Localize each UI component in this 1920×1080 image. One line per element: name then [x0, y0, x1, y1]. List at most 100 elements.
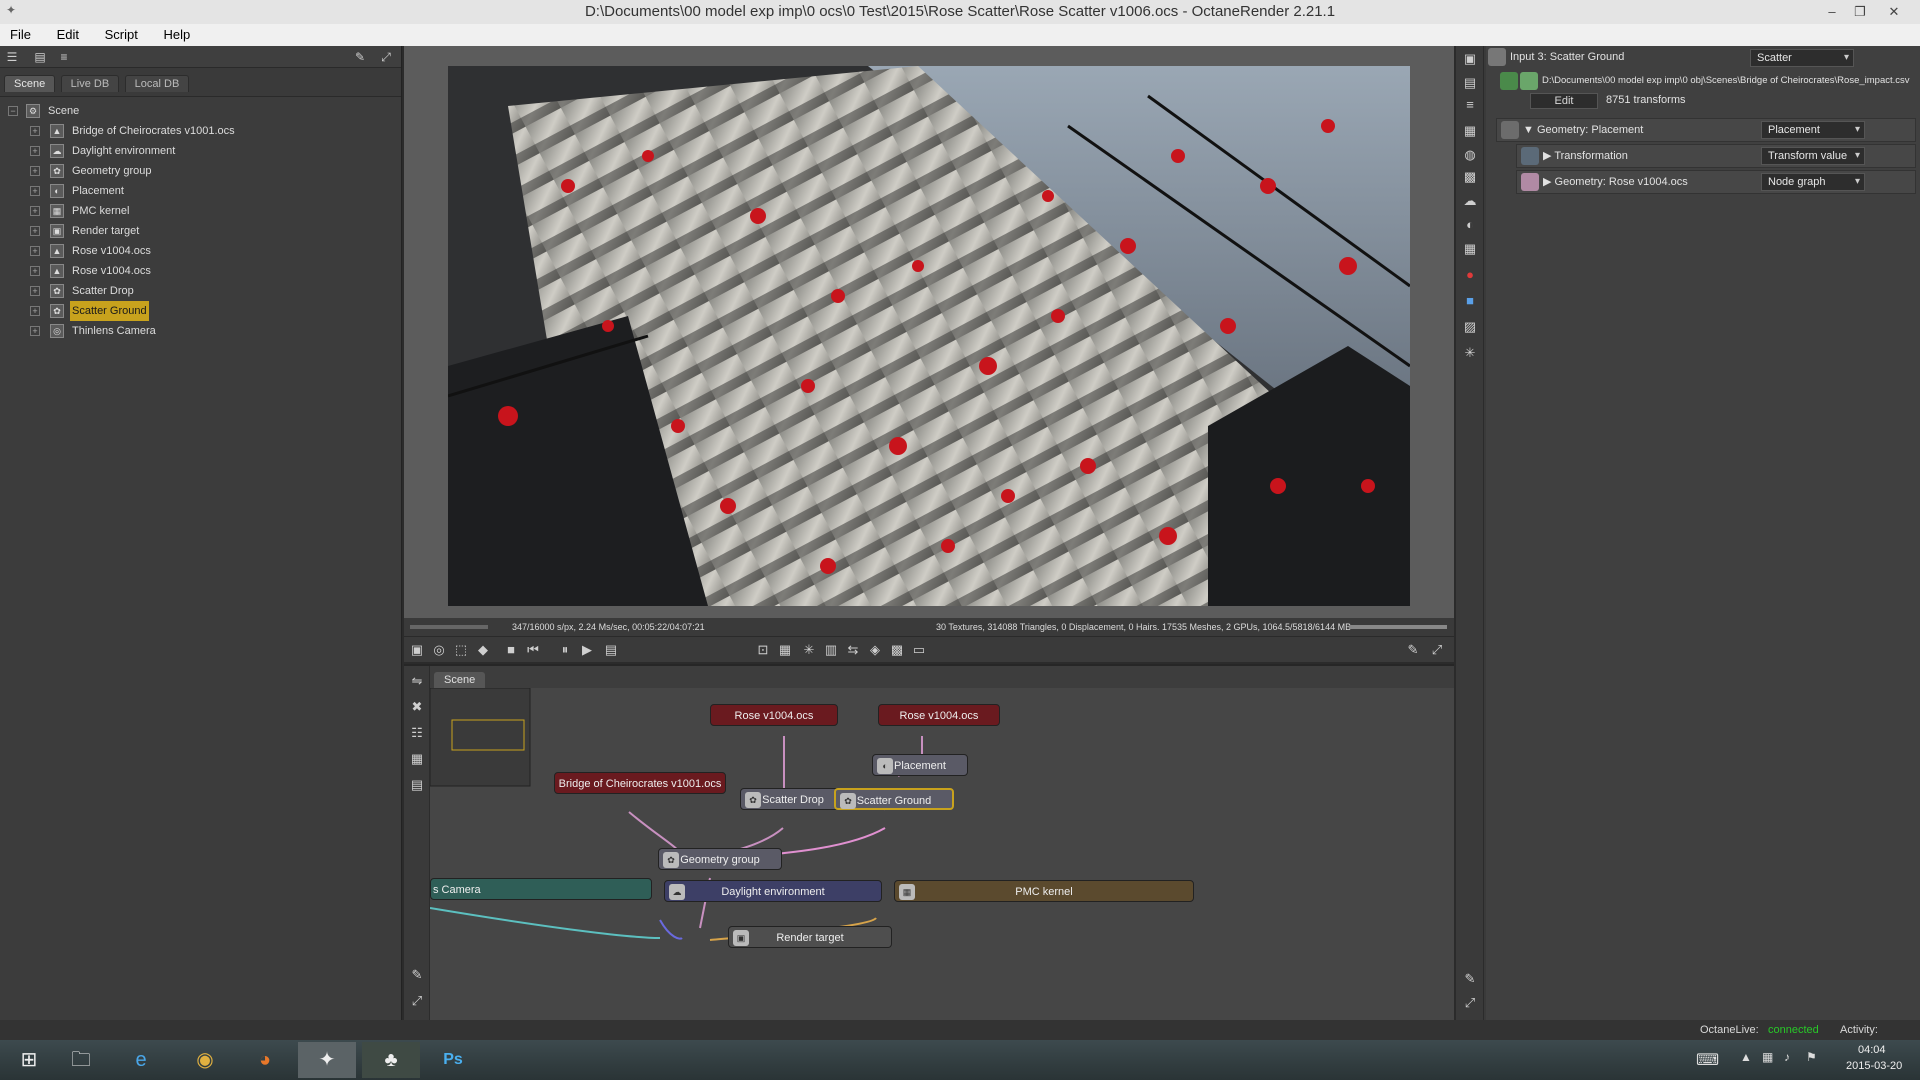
tree-item[interactable]: + ✿ Scatter Ground [0, 301, 400, 321]
node-placement[interactable]: ◐ Placement [872, 754, 968, 776]
chrome-icon[interactable]: ◉ [176, 1042, 234, 1078]
tab-local-db[interactable]: Local DB [124, 75, 190, 92]
tab-live-db[interactable]: Live DB [60, 75, 120, 92]
tree-item[interactable]: + ◐ Placement [0, 181, 400, 201]
internet-explorer-icon[interactable]: e [112, 1042, 170, 1078]
node-render-target[interactable]: ▣ Render target [728, 926, 892, 948]
maximize-button[interactable]: ❐ [1846, 0, 1874, 24]
close-button[interactable]: ✕ [1880, 0, 1908, 24]
explorer-icon[interactable]: 🗀 [52, 1042, 110, 1078]
inspector-type-dropdown[interactable]: Scatter [1750, 49, 1854, 67]
expand-icon[interactable]: + [30, 306, 40, 316]
node-rose-1[interactable]: Rose v1004.ocs [710, 704, 838, 726]
cube-icon[interactable]: ■ [1461, 292, 1479, 310]
list-icon[interactable]: ≡ [1461, 96, 1479, 114]
expand-icon[interactable]: + [30, 166, 40, 176]
display-icon[interactable]: ▦ [776, 641, 794, 659]
fullscreen-icon[interactable]: ⤢ [1428, 641, 1446, 659]
expand-icon[interactable]: + [30, 186, 40, 196]
geometry-rose-dropdown[interactable]: Node graph [1761, 173, 1865, 191]
network-icon[interactable]: ◈ [866, 641, 884, 659]
tree-item[interactable]: + ▲ Rose v1004.ocs [0, 241, 400, 261]
wrench-icon[interactable]: ✎ [1404, 641, 1422, 659]
fullscreen-icon[interactable]: ⤢ [408, 992, 426, 1010]
expand-icon[interactable]: + [30, 286, 40, 296]
graph-frame-icon[interactable]: ▤ [408, 776, 426, 794]
edit-button[interactable]: Edit [1530, 93, 1598, 109]
wrench-icon[interactable]: ✎ [408, 966, 426, 984]
restart-icon[interactable]: ⏮ [524, 641, 542, 659]
transformation-row[interactable]: ▶ Transformation Transform value [1516, 144, 1916, 168]
fullscreen-icon[interactable]: ⤢ [1461, 994, 1479, 1012]
region-icon[interactable]: ⬚ [452, 641, 470, 659]
graph-grid-icon[interactable]: ▦ [408, 750, 426, 768]
pause-icon[interactable]: ⏸ [556, 641, 574, 659]
image-icon[interactable]: ▦ [1461, 122, 1479, 140]
geometry-dropdown[interactable]: Placement [1761, 121, 1865, 139]
start-button[interactable]: ⊞ [0, 1042, 58, 1078]
tree-root[interactable]: − ⚙ Scene [0, 101, 400, 121]
play-icon[interactable]: ▶ [578, 641, 596, 659]
transformation-dropdown[interactable]: Transform value [1761, 147, 1865, 165]
network-tray-icon[interactable]: ▦ [1762, 1050, 1773, 1064]
photoshop-icon[interactable]: Ps [424, 1042, 482, 1078]
expand-icon[interactable]: + [30, 246, 40, 256]
tree-item[interactable]: + ▦ PMC kernel [0, 201, 400, 221]
clock-time[interactable]: 04:04 [1858, 1044, 1886, 1056]
render-image[interactable] [448, 66, 1410, 606]
outliner-list-icon[interactable]: ☰ [4, 49, 20, 65]
render-viewport[interactable] [404, 46, 1454, 618]
expand-icon[interactable]: + [30, 326, 40, 336]
graph-tab-scene[interactable]: Scene [434, 672, 486, 688]
expand-icon[interactable]: + [30, 226, 40, 236]
inspector-icon[interactable]: ▣ [1461, 50, 1479, 68]
minimize-button[interactable]: – [1818, 0, 1846, 24]
wrench-icon[interactable]: ✎ [352, 49, 368, 65]
app-taskbar-icon[interactable]: ♣ [362, 1042, 420, 1078]
camera-view-icon[interactable]: ▣ [408, 641, 426, 659]
expand-icon[interactable]: + [30, 146, 40, 156]
expand-icon[interactable]: + [30, 126, 40, 136]
octane-taskbar-icon[interactable]: ✦ [298, 1042, 356, 1078]
red-material-icon[interactable]: ● [1461, 266, 1479, 284]
volume-icon[interactable]: ♪ [1784, 1050, 1790, 1064]
kernel-icon[interactable]: ▦ [1461, 240, 1479, 258]
stop-icon[interactable]: ■ [502, 641, 520, 659]
graph-delete-icon[interactable]: ✖ [408, 698, 426, 716]
viewport-options-icon[interactable]: ▤ [602, 641, 620, 659]
geometry-placement-row[interactable]: ▼ Geometry: Placement Placement [1496, 118, 1916, 142]
tree-item[interactable]: + ▲ Rose v1004.ocs [0, 261, 400, 281]
menu-help[interactable]: Help [153, 24, 202, 42]
node-rose-2[interactable]: Rose v1004.ocs [878, 704, 1000, 726]
wrench-icon[interactable]: ✎ [1461, 970, 1479, 988]
outliner-layers-icon[interactable]: ▤ [32, 49, 48, 65]
graph-canvas[interactable]: Rose v1004.ocs Rose v1004.ocs ◐ Placement… [430, 688, 1454, 1020]
menu-file[interactable]: File [0, 24, 43, 42]
node-scatter-ground[interactable]: ✿ Scatter Ground [834, 788, 954, 810]
node-geometry-group[interactable]: ✿ Geometry group [658, 848, 782, 870]
node-scatter-drop[interactable]: ✿ Scatter Drop [740, 788, 846, 810]
tree-item[interactable]: + ▲ Bridge of Cheirocrates v1001.ocs [0, 121, 400, 141]
collapse-icon[interactable]: − [8, 106, 18, 116]
fullscreen-icon[interactable]: ⤢ [378, 49, 394, 65]
tree-item[interactable]: + ☁ Daylight environment [0, 141, 400, 161]
flag-icon[interactable]: ⚑ [1806, 1050, 1817, 1064]
firefox-icon[interactable]: ◕ [236, 1042, 294, 1078]
expand-icon[interactable]: + [30, 206, 40, 216]
color-pick-icon[interactable]: ◆ [474, 641, 492, 659]
save-render-icon[interactable]: ▥ [822, 641, 840, 659]
gallery-icon[interactable]: ▩ [888, 641, 906, 659]
tree-item[interactable]: + ✿ Scatter Drop [0, 281, 400, 301]
pick-focus-icon[interactable]: ◎ [430, 641, 448, 659]
tree-item[interactable]: + ✿ Geometry group [0, 161, 400, 181]
environment-icon[interactable]: ☁ [1461, 192, 1479, 210]
layers-icon[interactable]: ▤ [1461, 74, 1479, 92]
expand-icon[interactable]: + [30, 266, 40, 276]
material-icon[interactable]: ◍ [1461, 146, 1479, 164]
trash-icon[interactable]: ▭ [910, 641, 928, 659]
picture-icon[interactable]: ▨ [1461, 318, 1479, 336]
tray-expand-icon[interactable]: ▲ [1740, 1050, 1752, 1064]
placement-icon[interactable]: ◐ [1461, 216, 1479, 234]
geometry-rose-row[interactable]: ▶ Geometry: Rose v1004.ocs Node graph [1516, 170, 1916, 194]
tree-item[interactable]: + ▣ Render target [0, 221, 400, 241]
